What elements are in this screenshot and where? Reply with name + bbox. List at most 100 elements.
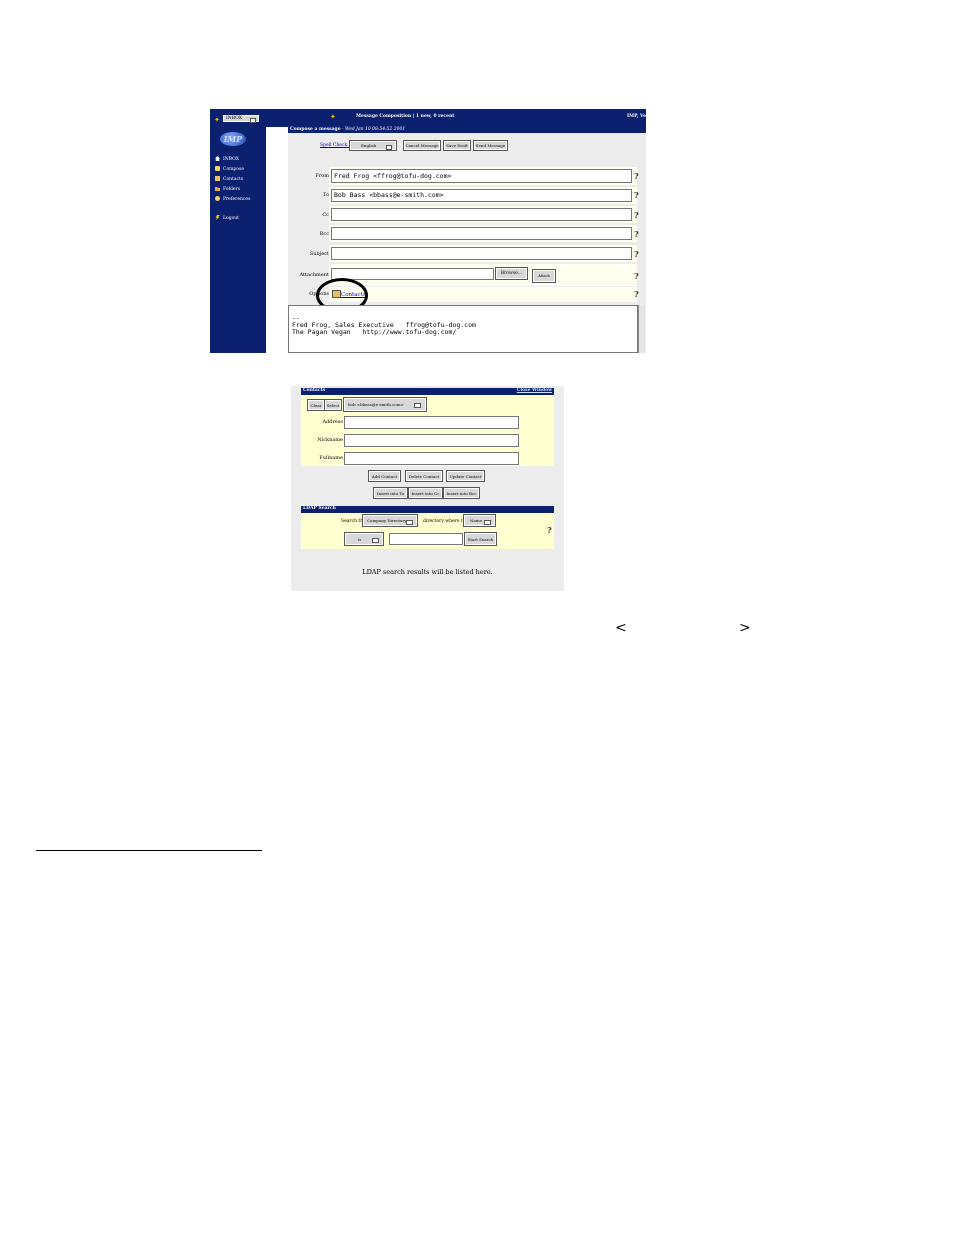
nickname-label: Nickname	[317, 437, 343, 443]
address-label: Address	[322, 419, 344, 425]
sidebar: IMP INBOX Compose Contacts Folders Prefe…	[210, 127, 266, 353]
sidebar-item-label: Preferences	[223, 197, 251, 202]
app-version: IMP, Ve	[627, 114, 646, 119]
contacts-title: Contacts	[303, 388, 326, 393]
from-label: From	[315, 173, 329, 179]
chevron-down-icon	[372, 538, 379, 543]
attach-button[interactable]: Attach	[532, 269, 556, 283]
browse-button[interactable]: Browse...	[495, 267, 528, 280]
sidebar-item-folders[interactable]: Folders	[215, 186, 265, 194]
from-field[interactable]: Fred Frog <ffrog@tofu-dog.com>	[331, 169, 632, 183]
insert-cc-button[interactable]: Insert into Cc	[408, 487, 443, 499]
ldap-header: LDAP Search	[301, 506, 554, 513]
help-icon[interactable]: ?	[634, 289, 639, 299]
sidebar-item-label: Folders	[223, 187, 241, 192]
send-message-button[interactable]: Send Message	[473, 140, 508, 151]
message-body[interactable]: -- Fred Frog, Sales Executive ffrog@tofu…	[288, 305, 638, 353]
help-icon[interactable]: ?	[634, 271, 639, 281]
compose-icon	[215, 166, 220, 171]
footnote-rule	[36, 850, 262, 851]
add-contact-button[interactable]: Add Contact	[368, 470, 401, 482]
field-select[interactable]: Name	[463, 514, 496, 527]
compose-title: Compose a message	[290, 127, 341, 132]
message-body-scrollbar[interactable]	[638, 305, 645, 353]
compose-screenshot: ✦ INBOX ✦ Message Composition | 1 new, 0…	[210, 109, 646, 353]
compose-header: Compose a message - Wed Jan 10 08:54:52 …	[288, 127, 646, 133]
greater-than-glyph: >	[739, 620, 751, 636]
to-label: To	[323, 192, 329, 198]
save-draft-button[interactable]: Save Draft	[443, 140, 471, 151]
language-select[interactable]: English	[349, 140, 397, 151]
subject-field[interactable]	[331, 247, 632, 260]
fullname-field[interactable]	[344, 452, 519, 465]
chevron-down-icon	[484, 519, 491, 525]
top-bar: ✦ INBOX ✦ Message Composition | 1 new, 0…	[210, 109, 646, 127]
update-contact-button[interactable]: Update Contact	[446, 470, 485, 482]
fullname-label: Fullname	[319, 455, 343, 461]
select-button[interactable]: Select	[324, 399, 342, 411]
nickname-field[interactable]	[344, 434, 519, 447]
ldap-query-field[interactable]	[389, 533, 463, 545]
attachment-label: Attachment	[299, 272, 329, 278]
help-icon[interactable]: ?	[634, 210, 639, 220]
subject-label: Subject	[309, 251, 329, 257]
help-icon[interactable]: ?	[547, 525, 552, 535]
bcc-field[interactable]	[331, 227, 632, 240]
star-icon: ✦	[330, 113, 336, 121]
sidebar-item-label: Logout	[223, 216, 239, 221]
sidebar-item-label: Contacts	[223, 177, 244, 182]
contacts-header: Contacts Close Window	[301, 388, 554, 395]
folder-icon	[215, 187, 220, 191]
chevron-down-icon	[406, 519, 413, 525]
cc-field[interactable]	[331, 208, 632, 221]
cancel-message-button[interactable]: Cancel Message	[403, 140, 441, 151]
directory-select-value: Company Directory	[367, 518, 407, 523]
contacts-screenshot: Contacts Close Window Clear Select bob <…	[291, 386, 564, 591]
attachment-field[interactable]	[331, 268, 494, 280]
options-row	[329, 287, 637, 302]
chevron-down-icon	[250, 117, 256, 123]
help-icon[interactable]: ?	[634, 229, 639, 239]
preferences-icon	[215, 196, 220, 201]
cc-label: Cc	[322, 212, 329, 218]
help-icon[interactable]: ?	[634, 171, 639, 181]
sidebar-item-inbox[interactable]: INBOX	[215, 156, 265, 164]
contact-select-value: bob <bbass@e-smith.com>	[348, 402, 404, 407]
start-search-button[interactable]: Start Search	[464, 532, 497, 546]
sidebar-item-compose[interactable]: Compose	[215, 166, 265, 174]
chevron-down-icon	[414, 403, 421, 408]
insert-bcc-button[interactable]: Insert into Bcc	[443, 487, 480, 499]
folder-select-value: INBOX	[226, 116, 242, 121]
folder-select[interactable]: INBOX	[223, 115, 259, 123]
compose-date: - Wed Jan 10 08:54:52 2001	[340, 127, 406, 132]
to-field[interactable]: Bob Bass <bbass@e-smith.com>	[331, 189, 632, 202]
less-than-glyph: <	[615, 620, 627, 636]
insert-to-button[interactable]: Insert into To	[373, 487, 408, 499]
delete-contact-button[interactable]: Delete Contact	[405, 470, 443, 482]
sidebar-item-label: Compose	[223, 167, 244, 172]
sidebar-item-label: INBOX	[223, 157, 239, 162]
operator-select[interactable]: is	[344, 532, 384, 546]
operator-select-value: is	[358, 537, 362, 542]
help-icon[interactable]: ?	[634, 249, 639, 259]
ldap-title: LDAP Search	[303, 506, 336, 511]
field-select-value: Name	[470, 518, 483, 523]
sidebar-item-preferences[interactable]: Preferences	[215, 196, 265, 204]
directory-select[interactable]: Company Directory	[362, 514, 418, 527]
where-the-label: directory where the	[423, 519, 469, 524]
ldap-results-text: LDAP search results will be listed here.	[362, 568, 493, 576]
help-icon[interactable]: ?	[634, 190, 639, 200]
compose-panel: Compose a message - Wed Jan 10 08:54:52 …	[288, 127, 646, 353]
house-icon	[215, 156, 220, 161]
close-window-link[interactable]: Close Window	[517, 388, 552, 394]
imp-logo: IMP	[220, 132, 246, 146]
sidebar-item-logout[interactable]: Logout	[215, 215, 265, 223]
star-icon: ✦	[214, 116, 220, 124]
sidebar-item-contacts[interactable]: Contacts	[215, 176, 265, 184]
clear-button[interactable]: Clear	[307, 399, 325, 411]
address-field[interactable]	[344, 416, 519, 429]
bcc-label: Bcc	[319, 231, 329, 237]
window-title: Message Composition | 1 new, 0 recent	[356, 114, 455, 119]
logout-icon	[215, 215, 220, 220]
contact-select[interactable]: bob <bbass@e-smith.com>	[343, 397, 427, 412]
